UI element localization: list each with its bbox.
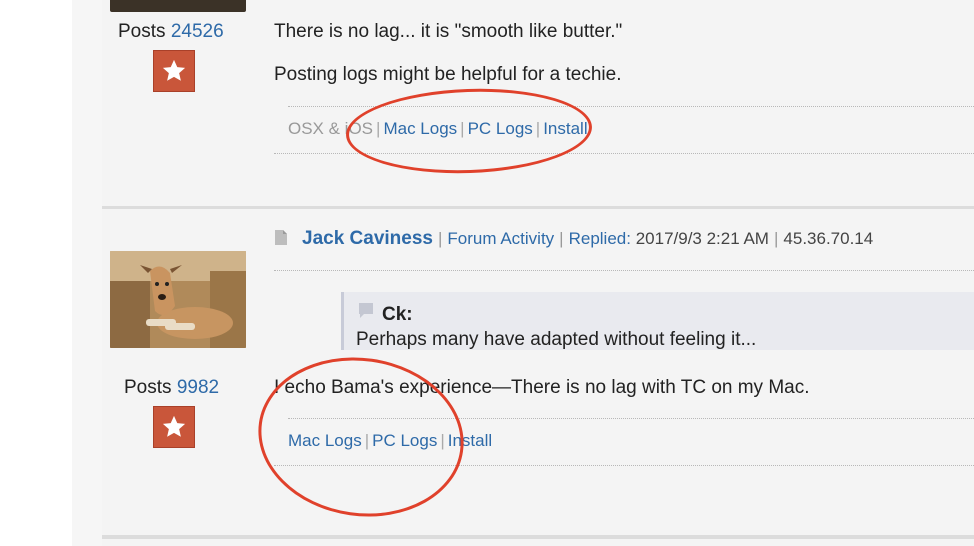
- star-badge-icon: [153, 50, 195, 92]
- star-badge-icon: [153, 406, 195, 448]
- posts-label: Posts: [118, 21, 166, 42]
- quote-text: Perhaps many have adapted without feelin…: [356, 329, 757, 350]
- divider: [274, 270, 974, 271]
- post-text-line: There is no lag... it is "smooth like bu…: [274, 21, 623, 42]
- replied-date: 2017/9/3 2:21 AM: [635, 229, 769, 248]
- posts-count-link[interactable]: 9982: [177, 377, 219, 398]
- posts-count-2: Posts 9982: [124, 377, 219, 399]
- left-gutter: [0, 0, 72, 546]
- post-header: Jack Caviness | Forum Activity | Replied: 20…: [274, 228, 873, 251]
- author-link[interactable]: Jack Caviness: [302, 228, 433, 249]
- quote-block: Ck: Perhaps many have adapted without fe…: [341, 292, 974, 350]
- post-text-line: Posting logs might be helpful for a tech…: [274, 64, 622, 85]
- replied-link[interactable]: Replied:: [569, 229, 631, 248]
- left-rule: [72, 0, 102, 546]
- avatar-partial: [110, 0, 246, 12]
- quote-icon: [358, 302, 374, 325]
- post-separator: [102, 535, 974, 539]
- avatar: [110, 251, 246, 348]
- posts-count-link[interactable]: 24526: [171, 21, 224, 42]
- posts-count-1: Posts 24526: [118, 21, 224, 43]
- forum-activity-link[interactable]: Forum Activity: [447, 229, 554, 248]
- quote-author: Ck:: [382, 304, 413, 325]
- posts-label: Posts: [124, 377, 172, 398]
- document-icon: [274, 229, 288, 251]
- ip-address: 45.36.70.14: [783, 229, 874, 248]
